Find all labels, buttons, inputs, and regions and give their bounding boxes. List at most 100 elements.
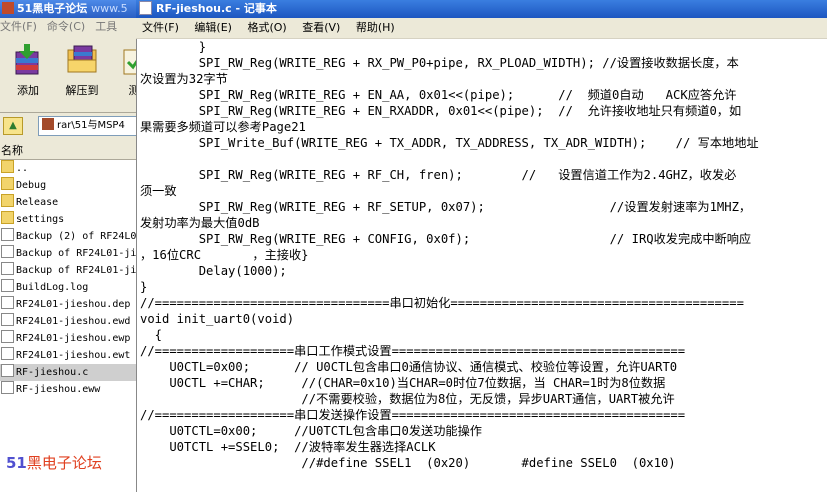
notepad-title-bar[interactable]: RF-jieshou.c - 记事本 — [136, 0, 827, 18]
file-name: RF-jieshou.eww — [16, 384, 101, 395]
file-list-item[interactable]: RF24L01-jieshou.dep — [0, 296, 136, 313]
file-name: RF24L01-jieshou.ewt — [16, 350, 131, 361]
file-icon — [1, 245, 14, 258]
menu-file[interactable]: 文件(F) — [142, 21, 179, 34]
archive-icon — [42, 118, 54, 130]
winrar-menu-command[interactable]: 命令(C) — [47, 20, 85, 33]
column-header-name[interactable]: 名称 — [0, 142, 136, 160]
winrar-toolbar: 添加 解压到 测 — [0, 36, 136, 110]
code-line: Delay(1000); — [140, 264, 287, 278]
add-button[interactable]: 添加 — [4, 42, 52, 98]
winrar-menubar: 文件(F) 命令(C) 工具 — [0, 18, 136, 36]
code-line: SPI_RW_Reg(WRITE_REG + EN_AA, 0x01<<(pip… — [140, 88, 737, 102]
code-line: //===================串口发送操作设置===========… — [140, 408, 686, 422]
file-list-item[interactable]: RF24L01-jieshou.ewt — [0, 347, 136, 364]
notepad-window: RF-jieshou.c - 记事本 文件(F) 编辑(E) 格式(O) 查看(… — [136, 0, 827, 492]
notepad-menubar: 文件(F) 编辑(E) 格式(O) 查看(V) 帮助(H) — [136, 18, 827, 39]
code-line: //================================串口初始化=… — [140, 296, 744, 310]
file-list-item[interactable]: Release — [0, 194, 136, 211]
folder-icon — [1, 160, 14, 173]
forum-watermark-logo: 51黑电子论坛 — [6, 452, 102, 473]
forum-logo-number: 51 — [6, 454, 27, 472]
code-line: SPI_RW_Reg(WRITE_REG + RF_CH, fren); // … — [140, 168, 737, 182]
file-list-item[interactable]: settings — [0, 211, 136, 228]
folder-icon — [1, 211, 14, 224]
folder-icon — [1, 194, 14, 207]
file-list-item[interactable]: RF24L01-jieshou.ewp — [0, 330, 136, 347]
menu-view[interactable]: 查看(V) — [302, 21, 340, 34]
code-line: //===================串口工作模式设置===========… — [140, 344, 686, 358]
file-name: Debug — [16, 180, 47, 191]
menu-edit[interactable]: 编辑(E) — [194, 21, 232, 34]
winrar-menu-tools[interactable]: 工具 — [95, 20, 117, 33]
file-icon — [1, 313, 14, 326]
file-icon — [1, 330, 14, 343]
file-list: 名称 .. Debug Release settings Backup (2) of R… — [0, 142, 136, 492]
forum-logo-text: 黑电子论坛 — [26, 454, 102, 472]
text-editor-area[interactable]: } SPI_RW_Reg(WRITE_REG + RX_PW_P0+pipe, … — [136, 39, 827, 492]
code-line: U0CTL +=CHAR; //(CHAR=0x10)当CHAR=0时位7位数据… — [140, 376, 666, 390]
menu-format[interactable]: 格式(O) — [247, 21, 286, 34]
file-list-item[interactable]: BuildLog.log — [0, 279, 136, 296]
code-line: //不需要校验，数据位为8位，无反馈，异步UART通信，UART被允许 — [140, 392, 675, 406]
file-list-item[interactable]: .. — [0, 160, 136, 177]
file-name: Release — [16, 197, 59, 208]
file-name: BuildLog.log — [16, 282, 89, 293]
file-list-item[interactable]: RF-jieshou.c — [0, 364, 136, 381]
file-name: Backup of RF24L01-ji — [16, 265, 136, 276]
address-bar: ▲ rar\51与MSP4 — [0, 112, 136, 139]
test-button[interactable]: 测 — [110, 42, 136, 98]
winrar-title-sub: www.5 — [91, 2, 128, 15]
test-label: 测 — [128, 84, 137, 97]
address-field[interactable]: rar\51与MSP4 — [38, 116, 136, 136]
up-folder-icon[interactable]: ▲ — [3, 117, 23, 135]
file-icon — [1, 228, 14, 241]
file-name: RF24L01-jieshou.ewd — [16, 316, 131, 327]
notepad-title-text: RF-jieshou.c - 记事本 — [156, 2, 277, 15]
winrar-app-icon — [2, 2, 14, 14]
code-line: SPI_RW_Reg(WRITE_REG + RF_SETUP, 0x07); … — [140, 200, 752, 214]
code-line: } — [140, 280, 148, 294]
add-archive-icon — [15, 44, 39, 75]
file-list-item[interactable]: Backup of RF24L01-ji — [0, 262, 136, 279]
add-label: 添加 — [17, 84, 39, 97]
file-name: .. — [16, 163, 29, 174]
file-list-item[interactable]: Debug — [0, 177, 136, 194]
code-line: SPI_Write_Buf(WRITE_REG + TX_ADDR, TX_AD… — [140, 136, 759, 150]
code-line: 须一致 — [140, 184, 177, 198]
file-rows: .. Debug Release settings Backup (2) of RF24… — [0, 160, 136, 398]
file-list-item[interactable]: RF24L01-jieshou.ewd — [0, 313, 136, 330]
code-line: U0TCTL +=SSEL0; //波特率发生器选择ACLK — [140, 440, 436, 454]
extract-to-button[interactable]: 解压到 — [58, 42, 106, 98]
file-name: Backup (2) of RF24L0 — [16, 231, 136, 242]
file-name: RF24L01-jieshou.dep — [16, 299, 131, 310]
file-icon — [1, 364, 14, 377]
code-line: 次设置为32字节 — [140, 72, 228, 86]
file-list-item[interactable]: RF-jieshou.eww — [0, 381, 136, 398]
file-name: RF-jieshou.c — [16, 367, 89, 378]
test-icon — [123, 49, 136, 75]
file-icon — [1, 381, 14, 394]
code-line: void init_uart0(void) — [140, 312, 295, 326]
menu-help[interactable]: 帮助(H) — [356, 21, 395, 34]
winrar-window: 51黑电子论坛 www.5 文件(F) 命令(C) 工具 添加 解压到 测 ▲ … — [0, 0, 136, 492]
code-line: U0CTL=0x00; // U0CTL包含串口0通信协议、通信模式、校验位等设… — [140, 360, 678, 374]
code-line: //#define SSEL1 (0x20) #define SSEL0 (0x… — [140, 456, 676, 470]
code-line: } — [140, 40, 207, 54]
winrar-title-bar[interactable]: 51黑电子论坛 www.5 — [0, 0, 136, 18]
code-line: SPI_RW_Reg(WRITE_REG + CONFIG, 0x0f); //… — [140, 232, 752, 246]
code-line: SPI_RW_Reg(WRITE_REG + EN_RXADDR, 0x01<<… — [140, 104, 742, 118]
folder-icon — [1, 177, 14, 190]
code-line: SPI_RW_Reg(WRITE_REG + RX_PW_P0+pipe, RX… — [140, 56, 739, 70]
file-icon — [1, 347, 14, 360]
file-name: settings — [16, 214, 65, 225]
file-icon — [1, 296, 14, 309]
winrar-title-text: 51黑电子论坛 — [17, 2, 88, 15]
file-list-item[interactable]: Backup of RF24L01-ji — [0, 245, 136, 262]
code-line: 发射功率为最大值0dB — [140, 216, 260, 230]
file-name: Backup of RF24L01-ji — [16, 248, 136, 259]
file-icon — [1, 279, 14, 292]
extract-to-icon — [67, 45, 97, 73]
winrar-menu-file[interactable]: 文件(F) — [0, 20, 37, 33]
file-list-item[interactable]: Backup (2) of RF24L0 — [0, 228, 136, 245]
